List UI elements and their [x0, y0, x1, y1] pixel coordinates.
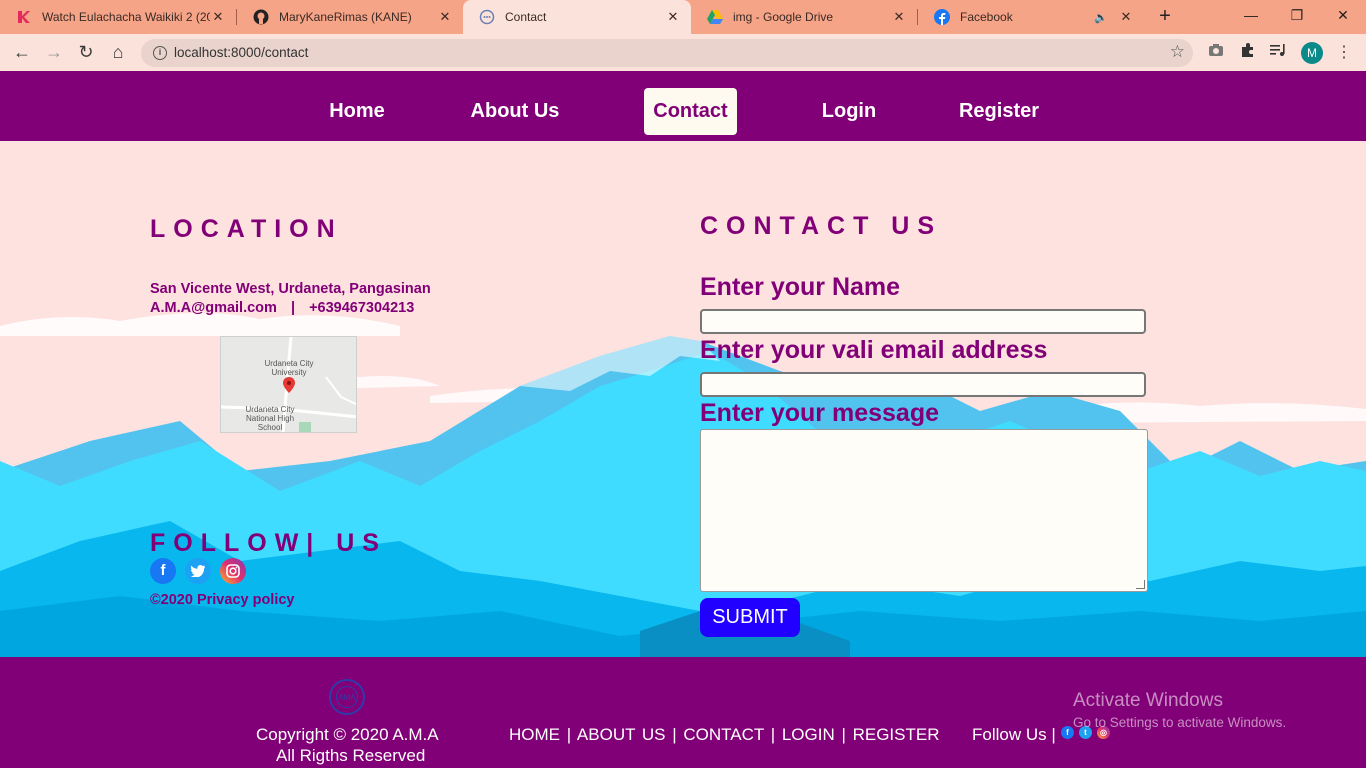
tab-contact[interactable]: Contact ✕: [463, 0, 691, 34]
nav-login[interactable]: Login: [808, 88, 890, 135]
tab-close-icon[interactable]: ✕: [210, 9, 226, 25]
new-tab-button[interactable]: +: [1153, 5, 1177, 29]
nav-about-us[interactable]: About Us: [455, 88, 575, 135]
tab-close-icon[interactable]: ✕: [437, 9, 453, 25]
message-textarea[interactable]: [700, 429, 1148, 592]
contact-heading: CONTACT US: [700, 212, 943, 240]
activation-watermark-subtitle: Go to Settings to activate Windows.: [1073, 715, 1287, 730]
site-navbar: Home About Us Contact Login Register: [0, 71, 1366, 141]
location-map[interactable]: Urdaneta City University Urdaneta City N…: [220, 336, 357, 433]
reload-button[interactable]: ↻: [73, 40, 99, 66]
contact-section: LOCATION San Vicente West, Urdaneta, Pan…: [0, 141, 1366, 657]
window-close-button[interactable]: ✕: [1320, 4, 1366, 28]
twitter-icon[interactable]: [185, 558, 211, 584]
nav-home[interactable]: Home: [313, 88, 401, 135]
site-info-icon[interactable]: i: [153, 46, 167, 60]
bookmark-star-icon[interactable]: ☆: [1170, 42, 1185, 62]
contact-line: A.M.A@gmail.com | +639467304213: [150, 300, 414, 316]
tab-github[interactable]: MaryKaneRimas (KANE) ✕: [237, 0, 463, 34]
footer-logo: AMA: [329, 679, 365, 715]
tab-close-icon[interactable]: ✕: [1118, 9, 1134, 25]
nav-contact[interactable]: Contact: [644, 88, 737, 135]
phone-text: +639467304213: [309, 300, 415, 316]
minimize-button[interactable]: —: [1228, 4, 1274, 28]
tab-kissasian[interactable]: Watch Eulachacha Waikiki 2 (20 ✕: [0, 0, 236, 34]
browser-menu-icon[interactable]: ⋮: [1336, 42, 1352, 64]
footer-copyright: Copyright © 2020 A.M.A: [256, 725, 439, 744]
kissasian-icon: [16, 9, 32, 25]
extension-screenshot-icon[interactable]: [1205, 42, 1227, 64]
email-field[interactable]: [700, 372, 1146, 397]
facebook-icon[interactable]: f: [150, 558, 176, 584]
footer-follow-label: Follow Us |: [972, 725, 1056, 744]
media-control-icon[interactable]: [1268, 42, 1290, 64]
resize-handle-icon[interactable]: [1136, 580, 1145, 589]
follow-heading: FOLLOW| US: [150, 529, 387, 557]
tab-close-icon[interactable]: ✕: [665, 9, 681, 25]
browser-tab-strip: Watch Eulachacha Waikiki 2 (20 ✕ MaryKan…: [0, 0, 1366, 34]
profile-avatar[interactable]: M: [1301, 42, 1323, 64]
map-label-highschool: Urdaneta City National High School: [245, 405, 295, 432]
footer-rights: All Rigths Reserved: [276, 746, 426, 765]
tab-facebook[interactable]: Facebook 🔈 ✕: [918, 0, 1144, 34]
email-text: A.M.A@gmail.com: [150, 300, 277, 316]
address-text: San Vicente West, Urdaneta, Pangasinan: [150, 281, 431, 297]
home-button[interactable]: ⌂: [105, 40, 131, 66]
location-heading: LOCATION: [150, 215, 343, 243]
nav-register[interactable]: Register: [945, 88, 1053, 135]
submit-button[interactable]: SUBMIT: [700, 598, 800, 637]
url-text[interactable]: localhost:8000/contact: [174, 45, 308, 60]
address-bar[interactable]: i localhost:8000/contact ☆: [141, 39, 1193, 67]
instagram-icon[interactable]: [220, 558, 246, 584]
google-drive-icon: [707, 9, 723, 25]
name-field[interactable]: [700, 309, 1146, 334]
privacy-policy-link[interactable]: ©2020 Privacy policy: [150, 592, 295, 608]
site-footer: AMA Copyright © 2020 A.M.A All Rigths Re…: [0, 657, 1366, 768]
map-label-university: Urdaneta City University: [264, 359, 314, 377]
back-button[interactable]: ←: [9, 40, 35, 66]
page-icon: [479, 9, 495, 25]
speaker-icon[interactable]: 🔈: [1094, 11, 1108, 24]
restore-button[interactable]: ❐: [1274, 4, 1320, 28]
tab-google-drive[interactable]: img - Google Drive ✕: [691, 0, 917, 34]
tab-close-icon[interactable]: ✕: [891, 9, 907, 25]
footer-links[interactable]: HOME | ABOUT US | CONTACT | LOGIN | REGI…: [509, 725, 940, 745]
name-label: Enter your Name: [700, 273, 901, 301]
footer-logo-text: AMA: [336, 686, 358, 708]
message-label: Enter your message: [700, 399, 939, 427]
browser-toolbar: ← → ↻ ⌂ i localhost:8000/contact ☆ M ⋮: [0, 34, 1366, 71]
contact-separator: |: [290, 300, 296, 316]
extensions-puzzle-icon[interactable]: [1237, 42, 1259, 64]
activation-watermark-title: Activate Windows: [1073, 690, 1223, 711]
email-label: Enter your vali email address: [700, 336, 1048, 364]
github-icon: [253, 9, 269, 25]
map-pin-icon: [283, 377, 295, 398]
forward-button[interactable]: →: [41, 40, 67, 66]
facebook-icon: [934, 9, 950, 25]
